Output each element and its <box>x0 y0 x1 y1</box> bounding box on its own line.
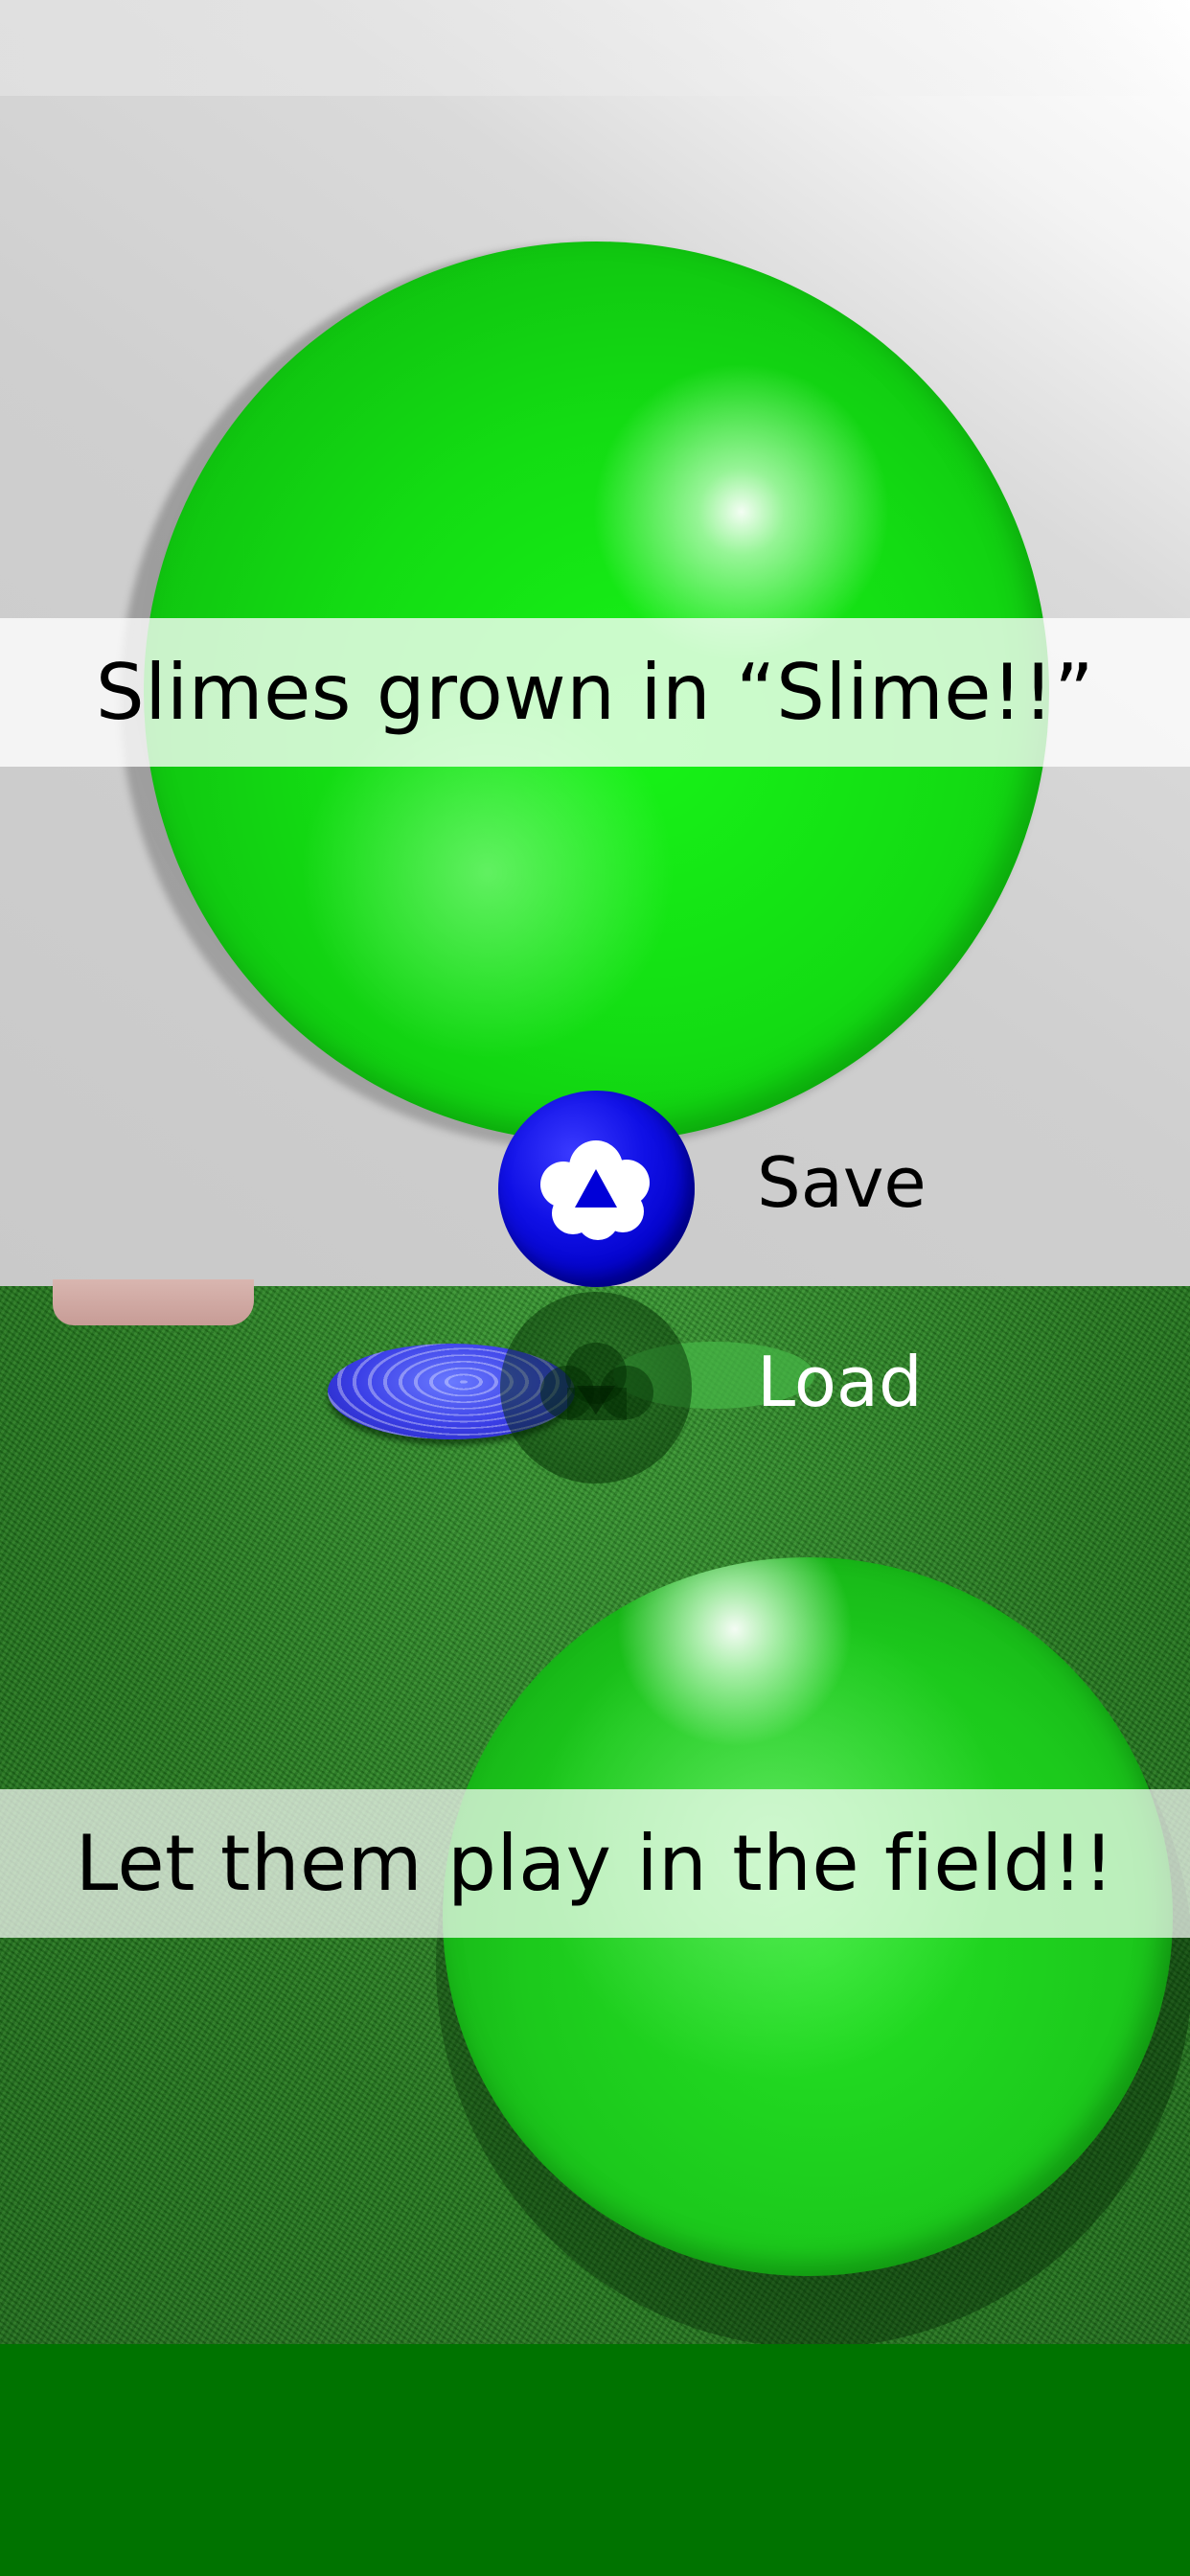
pink-block <box>53 1279 254 1325</box>
game-scene: Slimes grown in “Slime!!” Load Save Let … <box>0 0 1190 2576</box>
bottom-bar <box>0 2344 1190 2576</box>
save-label[interactable]: Save <box>757 1142 927 1223</box>
save-button[interactable] <box>498 1091 695 1287</box>
top-caption: Slimes grown in “Slime!!” <box>95 648 1095 737</box>
load-label[interactable]: Load <box>757 1342 923 1422</box>
load-button[interactable] <box>500 1292 692 1484</box>
top-caption-band: Slimes grown in “Slime!!” <box>0 618 1190 767</box>
cloud-upload-icon <box>540 1140 650 1240</box>
wall-top-band <box>0 0 1190 96</box>
cloud-download-icon <box>540 1343 653 1420</box>
bottom-caption: Let them play in the field!! <box>75 1819 1115 1908</box>
bottom-caption-band: Let them play in the field!! <box>0 1789 1190 1938</box>
